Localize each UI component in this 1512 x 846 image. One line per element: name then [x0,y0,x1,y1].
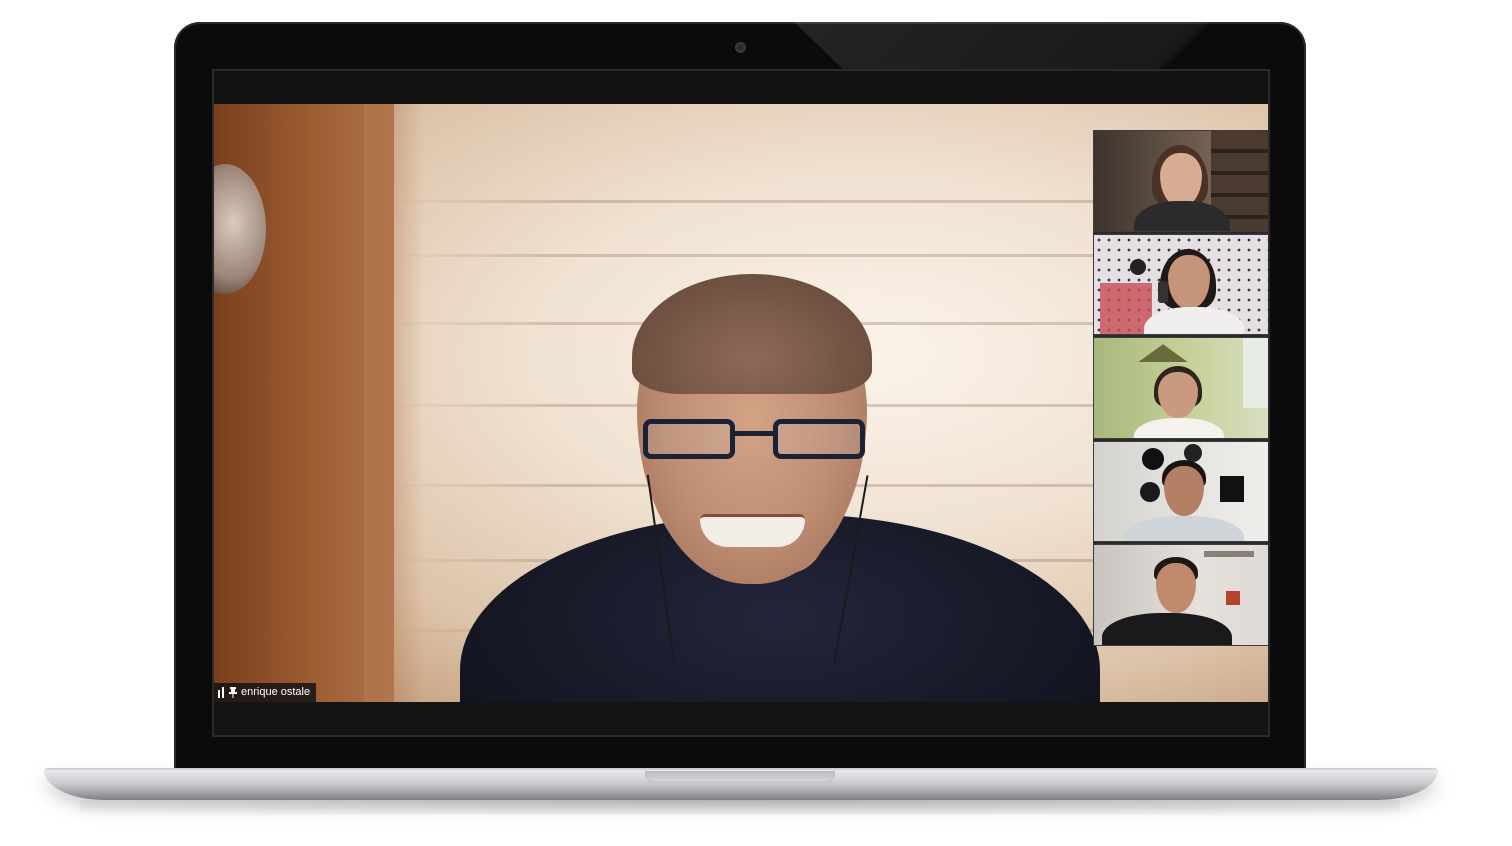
participant-body [1102,613,1232,645]
participant-face [1156,563,1196,614]
speaker-name-tag: enrique ostale [214,683,317,702]
participant-body [1124,515,1244,542]
laptop-shadow [80,800,1400,814]
hat [1140,481,1160,502]
window [1243,338,1268,409]
speaker-name-label: enrique ostale [241,686,311,698]
glasses-lens-right [773,419,865,459]
webcam-icon [736,43,745,52]
curtain-shade [364,104,424,702]
video-call-screen: enrique ostale [212,69,1270,737]
pin-icon[interactable] [229,687,237,698]
participant-face [1158,372,1198,419]
red-object [1226,591,1240,606]
glasses-bridge [735,431,773,436]
speaker-figure [460,214,1100,702]
wall-shelf [1138,344,1188,363]
participant-face [1164,465,1204,516]
glasses-lens-left [643,419,735,459]
participant-body [1144,306,1244,335]
audio-level-icon [218,687,225,698]
meeting-top-bar [214,71,1268,104]
participant-thumbnail-strip [1093,130,1268,646]
speaker-glasses [643,419,865,463]
participant-thumbnail[interactable] [1093,130,1268,232]
meeting-bottom-bar [214,702,1268,735]
participant-thumbnail[interactable] [1093,544,1268,646]
laptop-notch [645,771,835,783]
participant-thumbnail[interactable] [1093,440,1268,543]
speaker-hair [632,274,872,394]
speaker-smile [700,514,805,547]
participant-body [1134,418,1224,438]
laptop-mockup: enrique ostale [0,0,1512,846]
lamp [1130,258,1146,275]
poster [1220,475,1244,502]
participant-thumbnail[interactable] [1093,233,1268,336]
phone [1158,280,1168,303]
wall-art [1184,443,1202,462]
shelf [1204,551,1254,558]
wall-art [1142,447,1164,470]
participant-thumbnail[interactable] [1093,337,1268,439]
